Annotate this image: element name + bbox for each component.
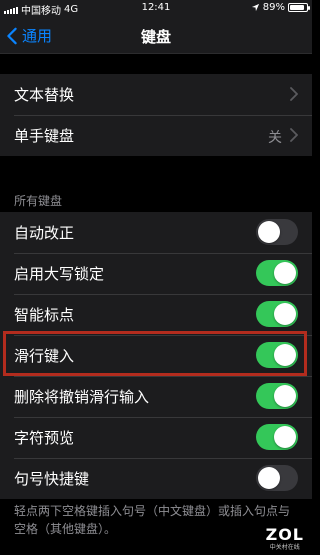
all-keyboards-group: 自动改正 启用大写锁定 智能标点 滑行键入 删除将撤销滑行输入 字符预览 句号快… <box>0 212 312 499</box>
location-icon <box>251 3 259 12</box>
auto-correction-toggle[interactable] <box>256 219 298 245</box>
row-label: 自动改正 <box>14 224 75 242</box>
row-label: 单手键盘 <box>14 127 75 145</box>
row-character-preview[interactable]: 字符预览 <box>0 417 312 458</box>
watermark-logo: ZOL 中关村在线 <box>266 525 304 551</box>
toggle-knob <box>274 344 296 366</box>
status-right: 89% <box>251 2 310 13</box>
row-caps-lock[interactable]: 启用大写锁定 <box>0 253 312 294</box>
row-label: 删除将撤销滑行输入 <box>14 388 150 406</box>
row-label: 智能标点 <box>14 306 75 324</box>
keyboard-settings-screen: 中国移动 4G 12:41 89% 通用 键盘 文本替换 单手键盘 关 所有键盘… <box>0 0 312 555</box>
toggle-knob <box>258 467 280 489</box>
row-auto-correction[interactable]: 自动改正 <box>0 212 312 253</box>
battery-percent: 89% <box>262 2 285 13</box>
smart-punctuation-toggle[interactable] <box>256 301 298 327</box>
delete-slide-to-type-toggle[interactable] <box>256 383 298 409</box>
row-value: 关 <box>268 130 282 146</box>
slide-to-type-toggle[interactable] <box>256 342 298 368</box>
row-label: 启用大写锁定 <box>14 265 105 283</box>
page-title: 键盘 <box>140 28 171 46</box>
watermark-subtext: 中关村在线 <box>269 544 300 551</box>
row-slide-to-type[interactable]: 滑行键入 <box>0 335 312 376</box>
chevron-right-icon <box>290 128 298 142</box>
battery-icon <box>288 3 310 12</box>
toggle-knob <box>274 426 296 448</box>
chevron-right-icon <box>290 87 298 101</box>
row-label: 文本替换 <box>14 86 75 104</box>
toggle-knob <box>274 262 296 284</box>
toggle-knob <box>258 221 280 243</box>
toggle-knob <box>274 385 296 407</box>
row-label: 句号快捷键 <box>14 470 90 488</box>
period-shortcut-toggle[interactable] <box>256 465 298 491</box>
section-header-all-keyboards: 所有键盘 <box>14 194 63 208</box>
status-bar: 中国移动 4G 12:41 89% <box>0 0 312 17</box>
general-group: 文本替换 单手键盘 关 <box>0 74 312 156</box>
row-delete-slide-to-type[interactable]: 删除将撤销滑行输入 <box>0 376 312 417</box>
toggle-knob <box>274 303 296 325</box>
row-text-replacement[interactable]: 文本替换 <box>0 74 312 115</box>
row-period-shortcut[interactable]: 句号快捷键 <box>0 458 312 499</box>
character-preview-toggle[interactable] <box>256 424 298 450</box>
row-label: 字符预览 <box>14 429 75 447</box>
row-one-handed-keyboard[interactable]: 单手键盘 关 <box>0 115 312 156</box>
row-label: 滑行键入 <box>14 347 75 365</box>
navigation-bar: 通用 键盘 <box>0 17 312 54</box>
footer-note: 轻点两下空格键插入句号（中文键盘）或插入句点与空格（其他键盘）。 <box>14 504 291 536</box>
battery-fill <box>290 5 305 10</box>
caps-lock-toggle[interactable] <box>256 260 298 286</box>
row-smart-punctuation[interactable]: 智能标点 <box>0 294 312 335</box>
